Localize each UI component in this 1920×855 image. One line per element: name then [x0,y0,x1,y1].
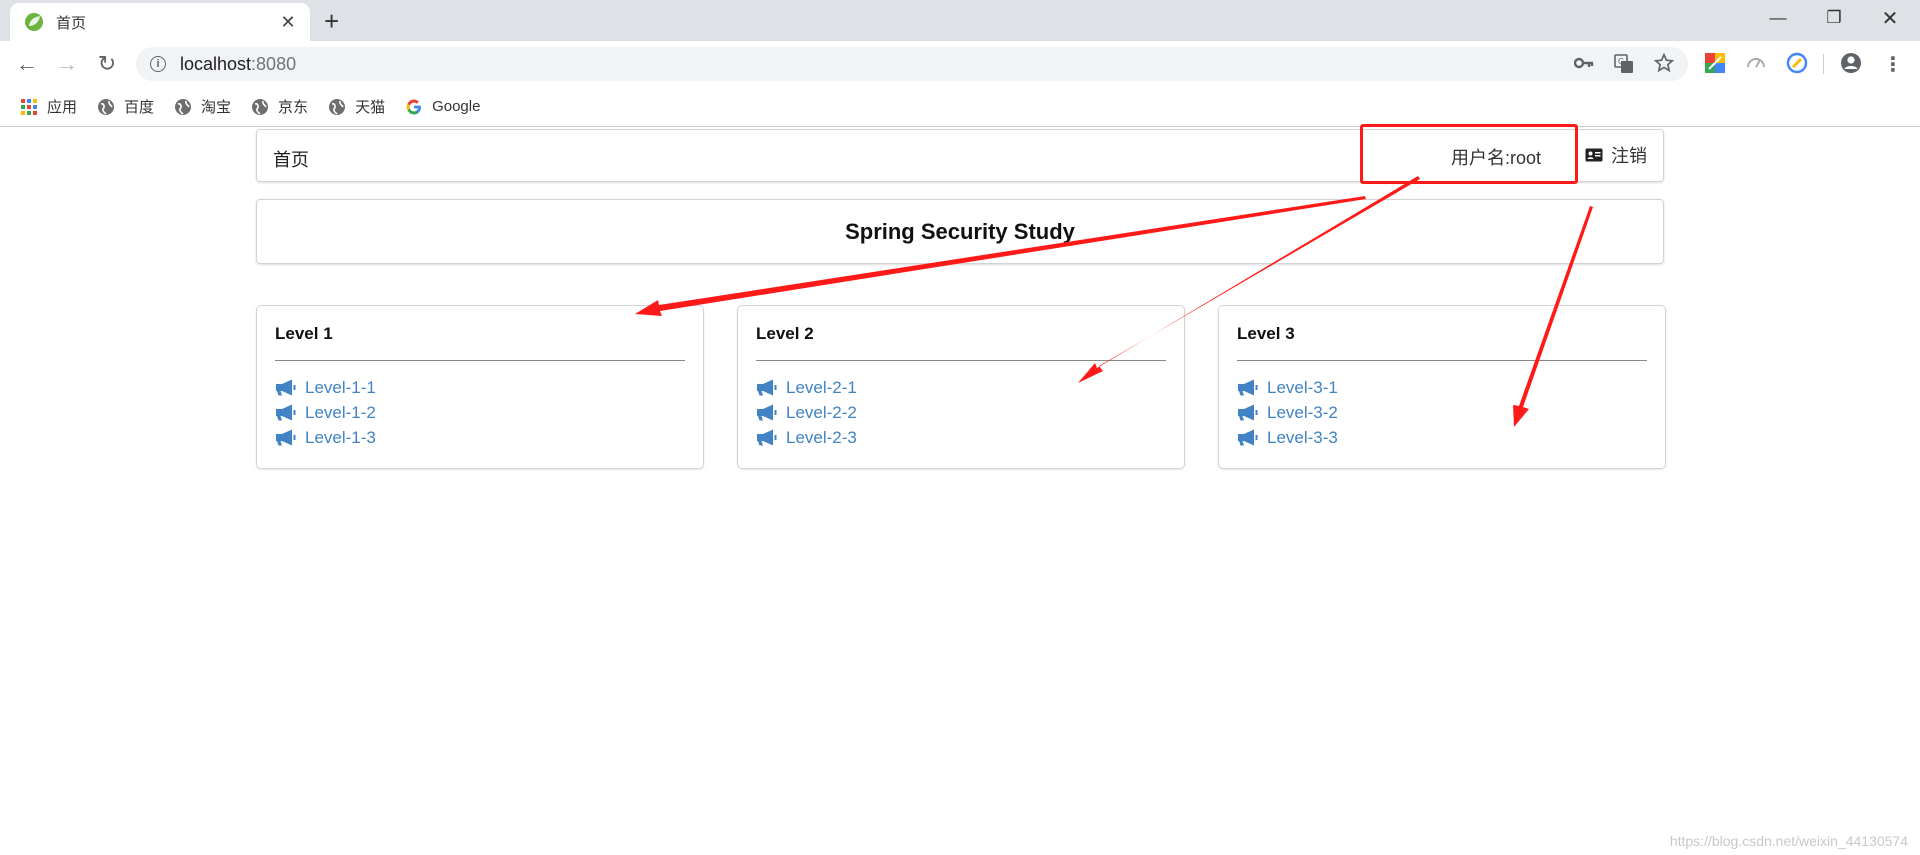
link-label: Level-3-1 [1267,377,1338,397]
bullhorn-icon [1238,379,1258,396]
link-label: Level-2-1 [786,377,857,397]
bookmark-label: Google [432,98,481,115]
level-1-2-link[interactable]: Level-1-2 [275,400,685,425]
link-label: Level-1-3 [305,427,376,447]
bullhorn-icon [1238,404,1258,421]
speedometer-icon[interactable] [1745,52,1767,74]
globe-icon [252,98,269,115]
link-label: Level-3-2 [1267,402,1338,422]
bookmark-label: 天猫 [355,99,386,116]
bookmark-jd[interactable]: 京东 [251,96,308,117]
bookmark-label: 百度 [124,99,155,116]
card-divider [275,360,685,361]
card-heading: Level 2 [756,324,814,343]
bullhorn-icon [757,379,777,396]
globe-icon [98,98,115,115]
bookmark-apps[interactable]: 应用 [20,96,77,117]
address-bar[interactable]: i localhost:8080 G [136,47,1688,81]
id-card-icon [1585,148,1603,162]
watermark: https://blog.csdn.net/weixin_44130574 [1669,833,1908,849]
card-divider [756,360,1166,361]
level-1-card: Level 1 Level-1-1 Level-1-2 Level-1-3 [257,306,703,468]
restore-icon[interactable]: ❐ [1806,0,1862,36]
bookmark-tmall[interactable]: 天猫 [328,96,385,117]
level-3-3-link[interactable]: Level-3-3 [1237,425,1647,450]
bullhorn-icon [276,379,296,396]
link-label: Level-3-3 [1267,427,1338,447]
svg-text:G: G [1618,57,1624,66]
link-label: Level-2-3 [786,427,857,447]
browser-tab-strip: 首页 ✕ + — ❐ ✕ [0,0,1920,41]
level-1-1-link[interactable]: Level-1-1 [275,375,685,400]
browser-tab[interactable]: 首页 ✕ [10,3,310,41]
bookmark-baidu[interactable]: 百度 [97,96,154,117]
card-divider [1237,360,1647,361]
level-3-2-link[interactable]: Level-3-2 [1237,400,1647,425]
url-host: localhost [180,53,252,74]
extension-colorful-icon[interactable] [1704,52,1726,74]
bullhorn-icon [276,404,296,421]
bullhorn-icon [757,404,777,421]
bookmark-label: 应用 [47,99,78,116]
back-icon[interactable]: ← [12,49,42,79]
minimize-icon[interactable]: — [1750,0,1806,36]
link-label: Level-2-2 [786,402,857,422]
level-2-3-link[interactable]: Level-2-3 [756,425,1166,450]
globe-icon [329,98,346,115]
spring-leaf-icon [25,13,43,31]
tab-close-icon[interactable]: ✕ [278,12,298,33]
key-icon[interactable] [1574,56,1594,70]
apps-grid-icon [21,98,37,115]
tab-title: 首页 [56,14,87,32]
google-g-icon [406,99,422,114]
extension-compass-icon[interactable] [1786,52,1808,74]
bookmark-google[interactable]: Google [405,98,480,116]
bookmark-label: 京东 [278,99,309,116]
level-2-card: Level 2 Level-2-1 Level-2-2 Level-2-3 [738,306,1184,468]
level-1-3-link[interactable]: Level-1-3 [275,425,685,450]
link-label: Level-1-2 [305,402,376,422]
site-info-icon[interactable]: i [150,56,166,72]
username-highlight-box [1360,124,1578,184]
bookmarks-bar: 应用 百度 淘宝 京东 天猫 Google [0,87,1920,127]
forward-icon[interactable]: → [52,49,82,79]
link-label: Level-1-1 [305,377,376,397]
star-icon[interactable] [1654,53,1674,73]
browser-toolbar: ← → ↻ i localhost:8080 G ⋮ [0,41,1920,87]
title-segment: Spring Security Study [256,199,1664,264]
level-2-2-link[interactable]: Level-2-2 [756,400,1166,425]
logout-label: 注销 [1611,146,1647,166]
bookmark-taobao[interactable]: 淘宝 [174,96,231,117]
toolbar-divider [1823,54,1824,74]
logout-link[interactable]: 注销 [1585,142,1647,168]
bullhorn-icon [757,429,777,446]
reload-icon[interactable]: ↻ [92,49,122,79]
profile-avatar-icon[interactable] [1840,52,1862,74]
bullhorn-icon [1238,429,1258,446]
close-window-icon[interactable]: ✕ [1862,0,1918,36]
bookmark-label: 淘宝 [201,99,232,116]
level-3-1-link[interactable]: Level-3-1 [1237,375,1647,400]
url-port: :8080 [251,53,297,74]
card-heading: Level 1 [275,324,333,343]
level-2-1-link[interactable]: Level-2-1 [756,375,1166,400]
new-tab-icon[interactable]: + [324,6,339,36]
globe-icon [175,98,192,115]
home-link[interactable]: 首页 [273,146,309,172]
bullhorn-icon [276,429,296,446]
translate-icon[interactable]: G [1614,54,1634,74]
menu-kebab-icon[interactable]: ⋮ [1878,49,1908,79]
card-heading: Level 3 [1237,324,1295,343]
level-3-card: Level 3 Level-3-1 Level-3-2 Level-3-3 [1219,306,1665,468]
page-title: Spring Security Study [845,219,1075,244]
